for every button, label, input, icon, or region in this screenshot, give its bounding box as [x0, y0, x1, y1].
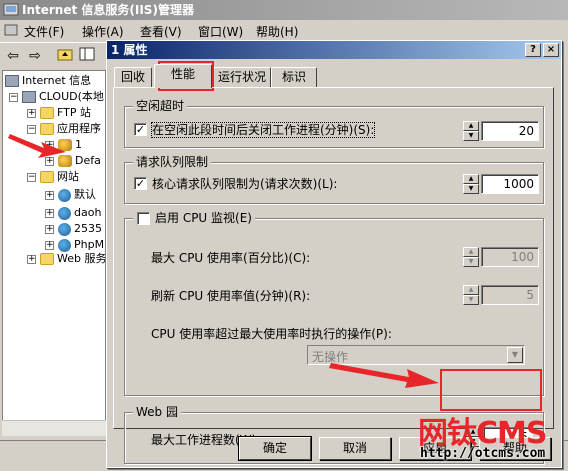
ok-button[interactable]: 确定 — [238, 436, 312, 461]
annotation-arrow-web-garden — [329, 363, 439, 388]
main-menubar: 文件(F) 操作(A) 查看(V) 窗口(W) 帮助(H) — [0, 20, 568, 42]
tree-horizontal-scrollbar[interactable] — [2, 420, 106, 436]
website-icon — [58, 222, 71, 236]
tree-item-site-daoh[interactable]: + daoh — [45, 205, 101, 221]
idle-timeout-spinner[interactable]: ▲ ▼ — [463, 121, 479, 141]
main-toolbar: ⇦ ⇨ — [0, 42, 110, 68]
watermark-url: http://otcms.com — [420, 446, 546, 461]
menu-action[interactable]: 操作(A) — [82, 23, 124, 40]
menu-window[interactable]: 窗口(W) — [198, 23, 243, 40]
close-icon[interactable]: × — [543, 43, 559, 57]
annotation-arrow-tree — [8, 134, 66, 158]
tab-health[interactable]: 运行状况 — [213, 67, 271, 87]
expand-icon[interactable]: + — [45, 190, 54, 200]
server-icon — [22, 91, 36, 103]
request-queue-spinner[interactable]: ▲ ▼ — [463, 174, 479, 194]
request-queue-label: 核心请求队列限制为(请求次数)(L): — [152, 177, 338, 191]
website-icon — [58, 206, 71, 220]
tree-pane: Internet 信息 − CLOUD(本地 + FTP 站 − 应用程序 +1 + D… — [2, 70, 106, 435]
main-window-titlebar: Internet 信息服务(IIS)管理器 — [0, 0, 568, 20]
iis-app-icon — [3, 2, 19, 18]
chevron-down-icon[interactable]: ▼ — [507, 347, 523, 363]
spin-up-icon[interactable]: ▲ — [463, 247, 479, 257]
tab-recycling[interactable]: 回收 — [114, 67, 152, 87]
back-icon[interactable]: ⇦ — [4, 47, 22, 65]
expand-icon[interactable]: + — [27, 254, 36, 264]
properties-dialog: 1 属性 ? × 回收 性能 运行状况 标识 空闲超时 ✓ 在空闲此段时间后关闭… — [106, 40, 562, 468]
cancel-button[interactable]: 取消 — [319, 437, 391, 460]
menu-view[interactable]: 查看(V) — [140, 23, 182, 40]
spin-down-icon[interactable]: ▼ — [463, 295, 479, 305]
tree-item-site-default[interactable]: + 默认 — [45, 187, 96, 203]
cpu-monitor-checkbox[interactable] — [137, 212, 150, 225]
idle-timeout-label: 在空闲此段时间后关闭工作进程(分钟)(S): — [150, 122, 376, 138]
computer-icon — [5, 75, 19, 87]
folder-icon — [40, 253, 54, 265]
group-idle-timeout: 空闲超时 ✓ 在空闲此段时间后关闭工作进程(分钟)(S): ▲ ▼ 20 — [124, 99, 544, 148]
tree-item-cloud[interactable]: − CLOUD(本地 — [9, 89, 104, 105]
cpu-refresh-label: 刷新 CPU 使用率值(分钟)(R): — [151, 289, 311, 303]
menu-file[interactable]: 文件(F) — [24, 23, 64, 40]
cpu-refresh-input[interactable]: 5 — [481, 285, 539, 305]
folder-icon — [40, 107, 54, 119]
website-icon — [58, 238, 71, 252]
annotation-highlight-web-garden — [440, 369, 542, 411]
menu-help[interactable]: 帮助(H) — [256, 23, 298, 40]
spin-down-icon[interactable]: ▼ — [463, 257, 479, 267]
expand-icon[interactable]: + — [27, 108, 36, 118]
show-tree-icon[interactable] — [78, 47, 96, 65]
folder-icon — [40, 171, 54, 183]
main-window-title: Internet 信息服务(IIS)管理器 — [22, 3, 194, 17]
dialog-title: 1 属性 — [111, 43, 148, 57]
tree-item-web-ext[interactable]: + Web 服务 — [27, 251, 105, 267]
tree-item-ftp[interactable]: + FTP 站 — [27, 105, 91, 121]
menu-file-icon — [4, 23, 18, 40]
group-label-web-garden: Web 园 — [133, 405, 181, 419]
expand-icon[interactable]: + — [45, 240, 54, 250]
spin-down-icon[interactable]: ▼ — [463, 131, 479, 141]
website-icon — [58, 188, 71, 202]
request-queue-input[interactable]: 1000 — [481, 174, 539, 194]
idle-timeout-input[interactable]: 20 — [481, 121, 539, 141]
forward-icon[interactable]: ⇨ — [26, 47, 44, 65]
request-queue-checkbox[interactable]: ✓ — [134, 177, 147, 190]
spin-down-icon[interactable]: ▼ — [463, 184, 479, 194]
tree-item-site-2535[interactable]: +2535 — [45, 221, 102, 237]
collapse-icon[interactable]: − — [27, 172, 36, 182]
cpu-refresh-spinner[interactable]: ▲ ▼ — [463, 285, 479, 305]
cpu-max-usage-label: 最大 CPU 使用率(百分比)(C): — [151, 251, 311, 265]
cpu-max-usage-spinner[interactable]: ▲ ▼ — [463, 247, 479, 267]
group-label-idle-timeout: 空闲超时 — [133, 99, 188, 113]
dialog-titlebar: 1 属性 ? × — [107, 41, 561, 59]
tree-item-iis-root[interactable]: Internet 信息 — [5, 73, 91, 89]
tab-performance[interactable]: 性能 — [154, 64, 212, 88]
cpu-max-usage-input[interactable]: 100 — [481, 247, 539, 267]
group-label-request-queue: 请求队列限制 — [133, 155, 212, 169]
help-icon[interactable]: ? — [525, 43, 541, 57]
spin-up-icon[interactable]: ▲ — [463, 285, 479, 295]
group-request-queue: 请求队列限制 ✓ 核心请求队列限制为(请求次数)(L): ▲ ▼ 1000 — [124, 155, 544, 204]
idle-timeout-checkbox[interactable]: ✓ — [134, 123, 147, 136]
up-folder-icon[interactable] — [56, 47, 74, 65]
expand-icon[interactable]: + — [45, 208, 54, 218]
spin-up-icon[interactable]: ▲ — [463, 121, 479, 131]
expand-icon[interactable]: + — [45, 224, 54, 234]
tree-item-websites[interactable]: − 网站 — [27, 169, 79, 185]
group-label-cpu-monitor: 启用 CPU 监视(E) — [133, 211, 255, 225]
collapse-icon[interactable]: − — [9, 92, 18, 102]
spin-up-icon[interactable]: ▲ — [463, 174, 479, 184]
tab-identity[interactable]: 标识 — [271, 67, 317, 87]
cpu-action-label: CPU 使用率超过最大使用率时执行的操作(P): — [151, 327, 392, 341]
